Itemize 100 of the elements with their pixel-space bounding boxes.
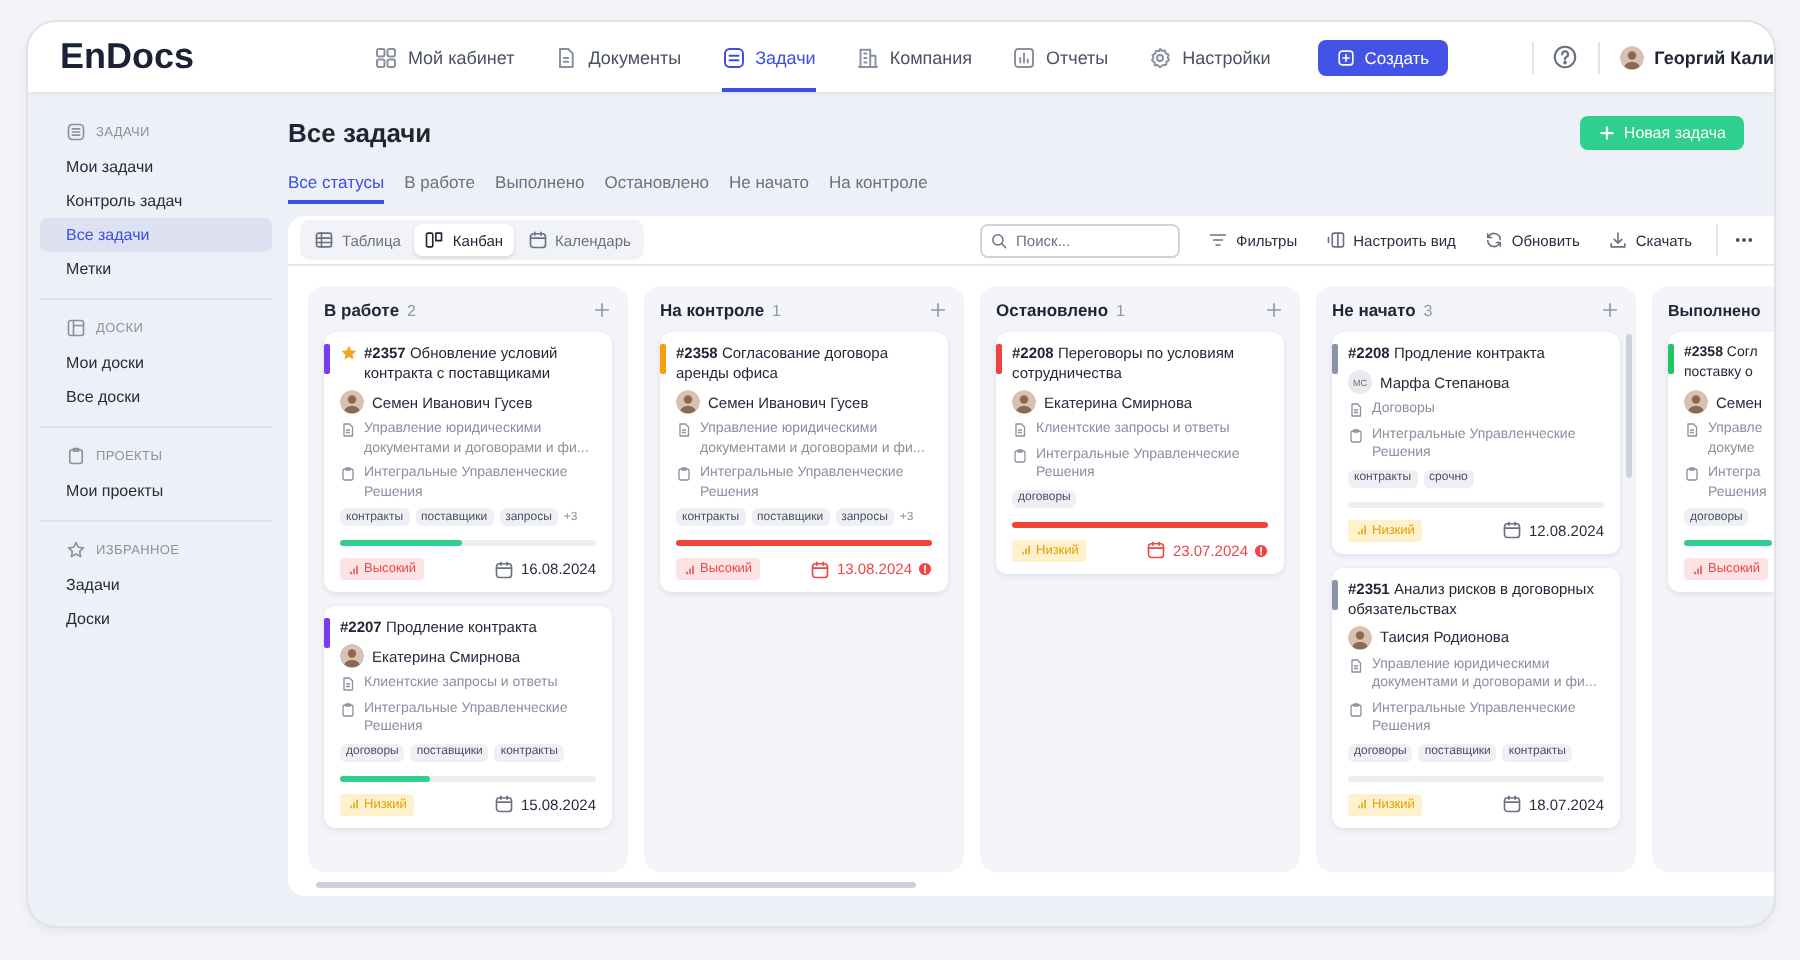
column-count: 1	[772, 301, 781, 319]
plus-icon[interactable]	[1264, 300, 1284, 320]
building-icon	[855, 45, 880, 69]
sidebar-item[interactable]: Метки	[40, 252, 272, 286]
sidebar-item[interactable]: Мои доски	[40, 346, 272, 380]
status-tab[interactable]: Не начато	[729, 166, 809, 204]
settings-icon	[1148, 45, 1173, 69]
status-tab[interactable]: Все статусы	[288, 166, 385, 204]
scrollbar[interactable]	[316, 882, 916, 888]
task-card[interactable]	[324, 332, 612, 592]
calendar-icon	[527, 230, 548, 250]
scrollbar[interactable]	[1626, 334, 1632, 478]
signal-icon	[684, 563, 696, 575]
sidebar-item[interactable]: Все задачи	[40, 218, 272, 252]
clipboard-icon	[340, 466, 356, 482]
nav-item[interactable]: Настройки	[1148, 22, 1271, 92]
sidebar-item[interactable]: Все доски	[40, 380, 272, 414]
logo: EnDocs	[60, 36, 197, 78]
clipboard-icon	[340, 701, 356, 717]
table-icon	[314, 230, 334, 250]
create-button[interactable]: Создать	[1318, 39, 1448, 75]
search-icon	[990, 231, 1009, 249]
sidebar-item[interactable]: Доски	[40, 602, 272, 636]
nav-item[interactable]: Компания	[855, 22, 973, 92]
nav-item[interactable]: Отчеты	[1012, 22, 1109, 92]
task-card[interactable]	[1332, 567, 1620, 827]
avatar	[340, 390, 364, 414]
nav-item[interactable]: Задачи	[721, 22, 816, 92]
nav-item[interactable]: Мой кабинет	[373, 22, 515, 92]
clipboard-icon	[676, 466, 692, 482]
filter-icon	[1208, 230, 1229, 250]
avatar	[1348, 625, 1372, 649]
signal-icon	[348, 798, 360, 810]
column-title: В работе	[324, 300, 400, 320]
column-count: 3	[1423, 301, 1433, 319]
refresh-icon	[1483, 230, 1504, 250]
sidebar-item[interactable]: Контроль задач	[40, 184, 272, 218]
avatar	[1620, 45, 1645, 69]
download-icon	[1607, 230, 1628, 250]
clipboard-icon	[1012, 447, 1028, 463]
sidebar-item[interactable]: Мои задачи	[40, 150, 272, 184]
avatar	[1012, 390, 1036, 414]
avatar	[340, 644, 364, 668]
user-name[interactable]: Георгий Кали	[1654, 47, 1774, 67]
board-icon	[66, 318, 86, 338]
document-icon	[340, 422, 356, 438]
plus-icon[interactable]	[928, 300, 948, 320]
clipboard-icon	[66, 446, 86, 466]
calendar-icon	[494, 794, 515, 814]
page-title: Все задачи	[288, 118, 434, 148]
signal-icon	[348, 563, 360, 575]
plus-icon	[1336, 47, 1357, 67]
calendar-icon	[810, 559, 831, 579]
document-icon	[1348, 402, 1364, 418]
grid-icon	[373, 45, 398, 69]
star-icon	[66, 540, 86, 560]
alert-icon	[918, 562, 932, 576]
document-icon	[1012, 422, 1028, 438]
column-count: 1	[1116, 301, 1125, 319]
document-icon	[554, 45, 579, 69]
nav-item[interactable]: Документы	[554, 22, 682, 92]
list-icon	[66, 122, 86, 142]
status-tab[interactable]: Выполнено	[495, 166, 585, 204]
column-title: На контроле	[660, 300, 765, 320]
signal-icon	[1356, 524, 1368, 536]
help-icon[interactable]	[1552, 44, 1579, 70]
calendar-icon	[1502, 794, 1523, 814]
avatar	[676, 390, 700, 414]
calendar-icon	[1146, 540, 1167, 560]
sidebar-item[interactable]: Мои проекты	[40, 474, 272, 508]
calendar-icon	[1502, 520, 1523, 540]
status-tab[interactable]: В работе	[404, 166, 476, 204]
columns-icon	[1325, 230, 1346, 250]
document-icon	[340, 676, 356, 692]
status-tab[interactable]: Остановлено	[604, 166, 710, 204]
clipboard-icon	[1684, 466, 1700, 482]
kanban-icon	[424, 230, 445, 250]
signal-icon	[1692, 563, 1704, 575]
tasks-icon	[721, 45, 746, 69]
column-title: Не начато	[1332, 300, 1416, 320]
alert-icon	[1254, 543, 1268, 557]
document-icon	[1348, 657, 1364, 673]
plus-icon[interactable]	[1600, 300, 1620, 320]
document-icon	[676, 422, 692, 438]
clipboard-icon	[1348, 701, 1364, 717]
chart-icon	[1012, 45, 1037, 69]
signal-icon	[1356, 798, 1368, 810]
clipboard-icon	[1348, 427, 1364, 443]
plus-icon	[1597, 124, 1616, 142]
avatar	[1684, 390, 1708, 414]
task-card[interactable]	[660, 332, 948, 592]
column-title: Выполнено	[1668, 301, 1761, 319]
document-icon	[1684, 422, 1700, 438]
sidebar-item[interactable]: Задачи	[40, 568, 272, 602]
signal-icon	[1020, 544, 1032, 556]
column-title: Остановлено	[996, 300, 1109, 320]
status-tab[interactable]: На контроле	[828, 166, 928, 204]
column-count: 2	[407, 301, 416, 319]
calendar-icon	[494, 559, 515, 579]
plus-icon[interactable]	[592, 300, 612, 320]
